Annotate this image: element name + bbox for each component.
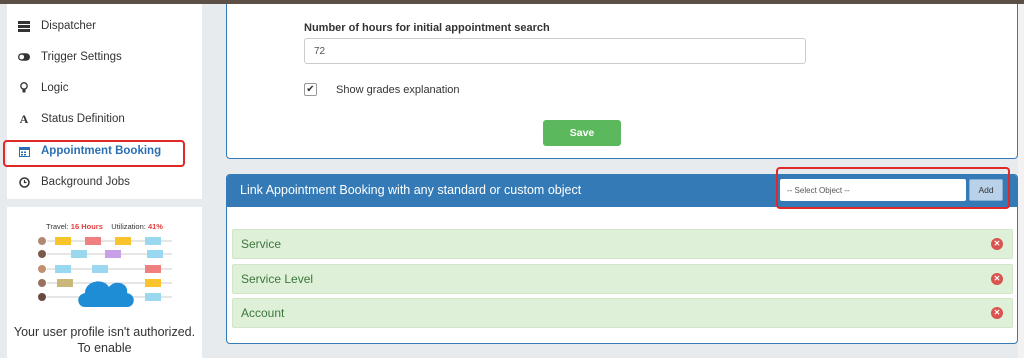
save-button[interactable]: Save <box>543 120 621 146</box>
promo-card: Travel: 16 Hours Utilization: 41% Your u… <box>7 207 202 358</box>
font-icon: A <box>19 111 29 126</box>
sidebar-item-dispatcher[interactable]: Dispatcher <box>7 11 202 41</box>
remove-icon[interactable]: ✕ <box>991 238 1003 250</box>
promo-message: Your user profile isn't authorized. To e… <box>13 325 196 355</box>
lightbulb-icon <box>18 82 30 94</box>
object-row-service: Service ✕ <box>232 229 1013 259</box>
object-name: Service Level <box>241 272 314 286</box>
sidebar-item-trigger-settings[interactable]: Trigger Settings <box>7 42 202 72</box>
remove-icon[interactable]: ✕ <box>991 307 1003 319</box>
sidebar-item-background-jobs[interactable]: Background Jobs <box>7 167 202 197</box>
sidebar-item-label: Logic <box>41 82 69 94</box>
promo-legend: Travel: 16 Hours Utilization: 41% <box>7 222 202 231</box>
utilization-value: 41% <box>147 222 163 231</box>
toggle-icon <box>18 51 30 63</box>
scrollbar[interactable] <box>1018 4 1024 358</box>
hours-input[interactable]: 72 <box>304 38 806 64</box>
clock-icon <box>18 176 30 188</box>
highlight-box-appointment-booking <box>3 140 185 167</box>
sidebar-item-label: Background Jobs <box>41 176 130 188</box>
link-panel-title: Link Appointment Booking with any standa… <box>240 183 582 197</box>
sidebar-item-logic[interactable]: Logic <box>7 73 202 103</box>
sidebar-item-status-definition[interactable]: A Status Definition <box>7 104 202 134</box>
highlight-box-select-object <box>776 167 1010 209</box>
object-row-account: Account ✕ <box>232 298 1013 328</box>
travel-label: Travel: <box>46 222 69 231</box>
grades-label: Show grades explanation <box>336 84 460 96</box>
object-name: Account <box>241 306 285 320</box>
sidebar-item-label: Trigger Settings <box>41 51 122 63</box>
object-name: Service <box>241 237 282 251</box>
grades-checkbox[interactable]: ✔ <box>304 83 317 96</box>
utilization-label: Utilization: <box>111 222 146 231</box>
sidebar: Dispatcher Trigger Settings Logic A Stat… <box>7 4 202 199</box>
sidebar-item-label: Status Definition <box>41 113 125 125</box>
list-icon <box>18 20 30 32</box>
check-icon: ✔ <box>306 83 315 95</box>
remove-icon[interactable]: ✕ <box>991 273 1003 285</box>
object-row-service-level: Service Level ✕ <box>232 264 1013 294</box>
hours-label: Number of hours for initial appointment … <box>304 22 550 34</box>
travel-value: 16 Hours <box>70 222 103 231</box>
schedule-illustration <box>38 237 172 307</box>
sidebar-item-label: Dispatcher <box>41 20 96 32</box>
